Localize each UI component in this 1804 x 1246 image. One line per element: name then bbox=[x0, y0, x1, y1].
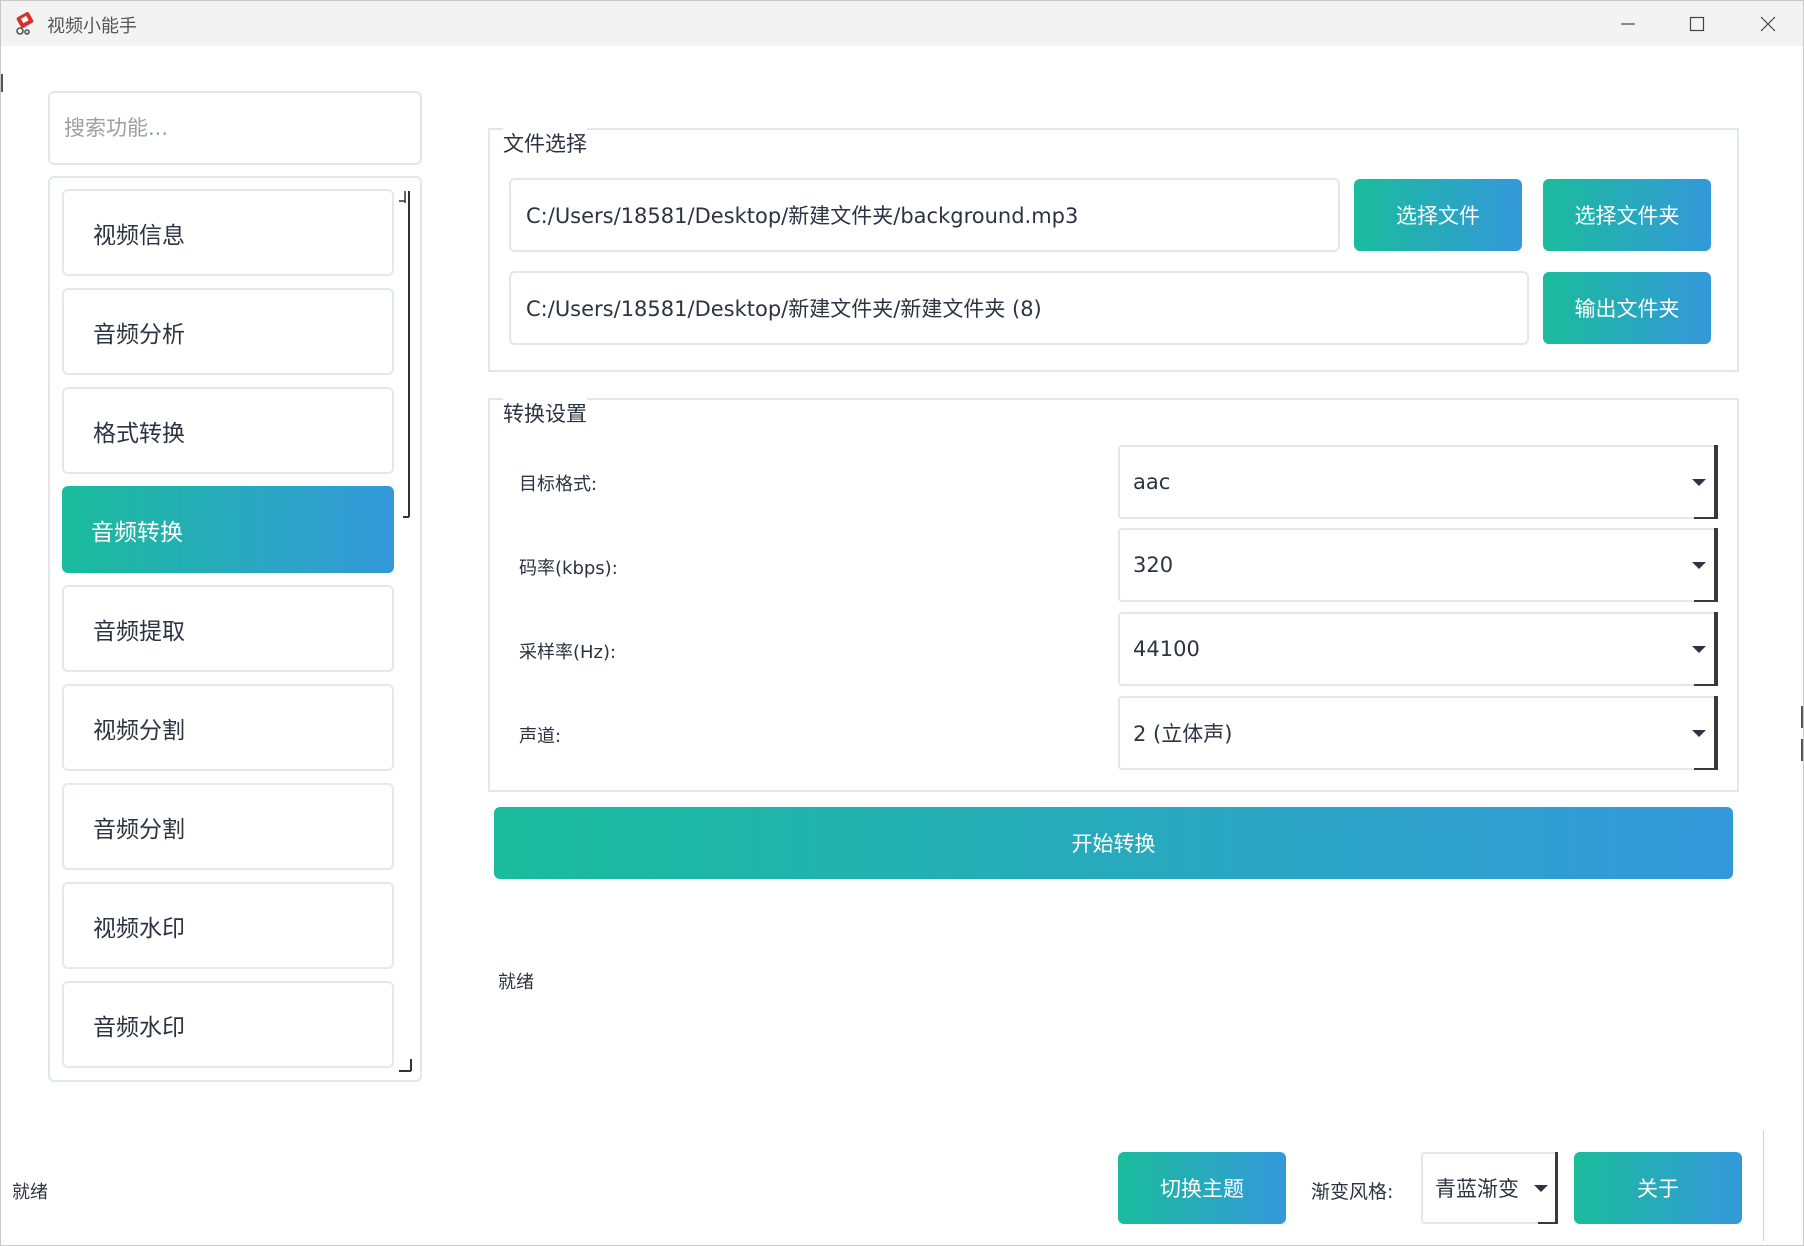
chevron-down-icon bbox=[1692, 730, 1706, 737]
target-format-value: aac bbox=[1133, 470, 1171, 494]
target-format-select[interactable]: aac bbox=[1118, 445, 1718, 519]
select-folder-label: 选择文件夹 bbox=[1574, 204, 1680, 228]
nav-item-video-watermark[interactable]: 视频水印 bbox=[62, 882, 394, 969]
channels-label: 声道: bbox=[519, 726, 562, 747]
output-folder-button[interactable]: 输出文件夹 bbox=[1543, 272, 1711, 344]
minimize-button[interactable] bbox=[1593, 1, 1663, 46]
nav-item-label: 音频提取 bbox=[93, 618, 185, 645]
chevron-down-icon bbox=[1692, 479, 1706, 486]
window-edge-mark bbox=[1801, 739, 1803, 761]
select-edge bbox=[1714, 445, 1718, 519]
about-label: 关于 bbox=[1637, 1177, 1679, 1201]
window-edge-mark bbox=[1801, 706, 1803, 728]
bitrate-label: 码率(kbps): bbox=[519, 558, 618, 579]
window-title: 视频小能手 bbox=[47, 16, 137, 37]
sample-rate-value: 44100 bbox=[1133, 637, 1200, 661]
chevron-down-icon bbox=[1692, 646, 1706, 653]
nav-item-label: 音频分析 bbox=[93, 321, 185, 348]
channels-select[interactable]: 2 (立体声) bbox=[1118, 696, 1718, 770]
feature-list[interactable]: 视频信息 音频分析 格式转换 音频转换 音频提取 视频分割 音频分割 视频水印 … bbox=[48, 176, 422, 1082]
nav-item-label: 视频信息 bbox=[93, 222, 185, 249]
switch-theme-button[interactable]: 切换主题 bbox=[1118, 1152, 1286, 1224]
chevron-down-icon bbox=[1692, 562, 1706, 569]
close-button[interactable] bbox=[1733, 1, 1803, 46]
bitrate-select[interactable]: 320 bbox=[1118, 528, 1718, 602]
select-file-label: 选择文件 bbox=[1396, 204, 1480, 228]
panel-status: 就绪 bbox=[498, 972, 534, 993]
list-scroll-corner bbox=[399, 1059, 412, 1072]
select-edge bbox=[1694, 768, 1718, 770]
window-edge-mark bbox=[1, 74, 3, 92]
nav-item-audio-convert[interactable]: 音频转换 bbox=[62, 486, 394, 573]
nav-item-video-split[interactable]: 视频分割 bbox=[62, 684, 394, 771]
target-format-label: 目标格式: bbox=[519, 474, 598, 495]
select-edge bbox=[1538, 1222, 1558, 1224]
switch-theme-label: 切换主题 bbox=[1160, 1177, 1244, 1201]
start-convert-label: 开始转换 bbox=[1071, 832, 1156, 856]
close-icon bbox=[1760, 16, 1776, 31]
select-edge bbox=[1694, 600, 1718, 602]
select-folder-button[interactable]: 选择文件夹 bbox=[1543, 179, 1711, 251]
nav-item-label: 音频水印 bbox=[93, 1014, 185, 1041]
channels-value: 2 (立体声) bbox=[1133, 722, 1233, 746]
nav-item-video-info[interactable]: 视频信息 bbox=[62, 189, 394, 276]
sample-rate-select[interactable]: 44100 bbox=[1118, 612, 1718, 686]
maximize-icon bbox=[1689, 16, 1705, 31]
select-edge bbox=[1555, 1152, 1558, 1224]
nav-item-label: 音频转换 bbox=[91, 519, 183, 546]
app-window: 视频小能手 视频信息 音频分析 格式转换 bbox=[0, 0, 1804, 1246]
nav-item-audio-analysis[interactable]: 音频分析 bbox=[62, 288, 394, 375]
conversion-settings-title: 转换设置 bbox=[503, 398, 587, 428]
nav-item-format-convert[interactable]: 格式转换 bbox=[62, 387, 394, 474]
gradient-style-value: 青蓝渐变 bbox=[1435, 1177, 1519, 1201]
minimize-icon bbox=[1621, 22, 1635, 25]
bitrate-value: 320 bbox=[1133, 553, 1174, 577]
select-edge bbox=[1714, 528, 1718, 602]
select-file-button[interactable]: 选择文件 bbox=[1354, 179, 1522, 251]
nav-item-audio-watermark[interactable]: 音频水印 bbox=[62, 981, 394, 1068]
nav-item-audio-extract[interactable]: 音频提取 bbox=[62, 585, 394, 672]
file-selection-title: 文件选择 bbox=[503, 128, 587, 158]
window-edge-mark bbox=[1763, 1131, 1764, 1241]
output-folder-path[interactable]: C:/Users/18581/Desktop/新建文件夹/新建文件夹 (8) bbox=[509, 271, 1529, 345]
input-file-path[interactable]: C:/Users/18581/Desktop/新建文件夹/background.… bbox=[509, 178, 1340, 252]
gradient-style-label: 渐变风格: bbox=[1311, 1181, 1394, 1203]
app-logo-icon bbox=[16, 12, 34, 35]
output-folder-path-text: C:/Users/18581/Desktop/新建文件夹/新建文件夹 (8) bbox=[526, 297, 1042, 321]
chevron-down-icon bbox=[1534, 1185, 1548, 1192]
select-edge bbox=[1694, 684, 1718, 686]
select-edge bbox=[1694, 517, 1718, 519]
search-input[interactable] bbox=[48, 91, 422, 165]
about-button[interactable]: 关于 bbox=[1574, 1152, 1742, 1224]
list-scrollbar[interactable] bbox=[399, 189, 411, 519]
output-folder-label: 输出文件夹 bbox=[1574, 297, 1680, 321]
gradient-style-select[interactable]: 青蓝渐变 bbox=[1421, 1152, 1558, 1224]
maximize-button[interactable] bbox=[1662, 1, 1732, 46]
nav-item-label: 格式转换 bbox=[93, 420, 185, 447]
input-file-path-text: C:/Users/18581/Desktop/新建文件夹/background.… bbox=[526, 204, 1079, 228]
sample-rate-label: 采样率(Hz): bbox=[519, 642, 617, 663]
start-convert-button[interactable]: 开始转换 bbox=[494, 807, 1733, 879]
footer-status: 就绪 bbox=[12, 1182, 48, 1203]
nav-item-label: 音频分割 bbox=[93, 816, 185, 843]
select-edge bbox=[1714, 696, 1718, 770]
select-edge bbox=[1714, 612, 1718, 686]
nav-item-audio-split[interactable]: 音频分割 bbox=[62, 783, 394, 870]
nav-item-label: 视频分割 bbox=[93, 717, 185, 744]
nav-item-label: 视频水印 bbox=[93, 915, 185, 942]
title-bar[interactable]: 视频小能手 bbox=[1, 1, 1803, 46]
